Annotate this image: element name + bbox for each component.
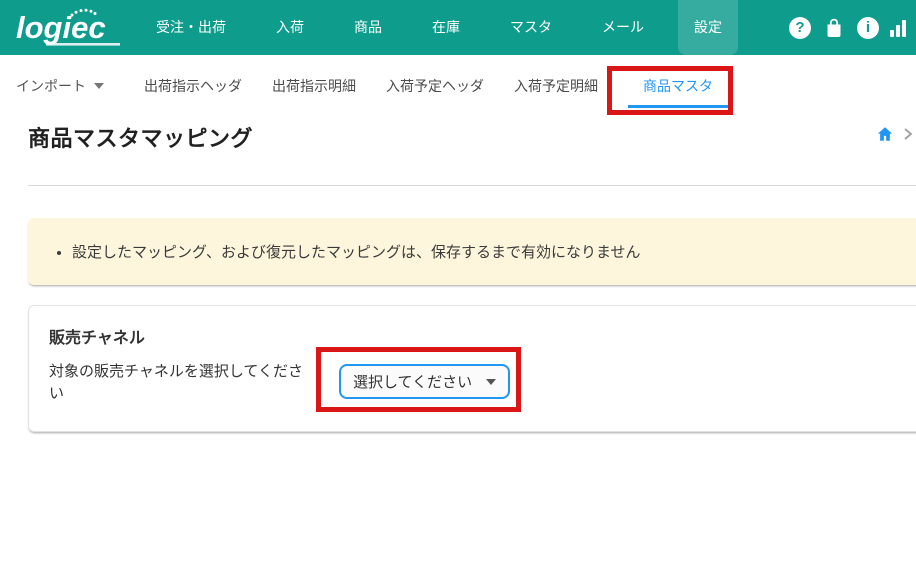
- shopping-bag-icon[interactable]: [822, 16, 846, 40]
- main-nav: 受注・出荷 入荷 商品 在庫 マスタ メール 設定: [140, 0, 738, 55]
- panel-row: 対象の販売チャネルを選択してください 選択してください: [49, 361, 903, 405]
- nav-item-orders-shipping[interactable]: 受注・出荷: [140, 0, 242, 55]
- import-dropdown[interactable]: インポート: [16, 76, 114, 96]
- tab-arrival-schedule-detail[interactable]: 入荷予定明細: [514, 76, 598, 96]
- nav-item-inventory[interactable]: 在庫: [416, 0, 476, 55]
- caret-down-icon: [486, 379, 496, 385]
- signal-bars-icon[interactable]: [890, 19, 910, 37]
- tab-arrival-schedule-header[interactable]: 入荷予定ヘッダ: [386, 76, 484, 96]
- tab-shipping-instruction-header[interactable]: 出荷指示ヘッダ: [144, 76, 242, 96]
- breadcrumb: [876, 125, 914, 143]
- page-title: 商品マスタマッピング: [28, 124, 916, 154]
- nav-item-mail[interactable]: メール: [586, 0, 660, 55]
- app-window: logiec 受注・出荷 入荷 商品 在庫 マスタ メール 設定 ? i: [0, 0, 916, 585]
- notice-banner: 設定したマッピング、および復元したマッピングは、保存するまで有効になりません: [28, 218, 916, 285]
- logo-tagline-bar: [46, 43, 120, 46]
- import-dropdown-label: インポート: [16, 76, 86, 96]
- help-icon[interactable]: ?: [789, 17, 811, 39]
- top-navigation-bar: logiec 受注・出荷 入荷 商品 在庫 マスタ メール 設定 ? i: [0, 0, 916, 55]
- sales-channel-description: 対象の販売チャネルを選択してください: [49, 361, 311, 405]
- nav-item-receiving[interactable]: 入荷: [260, 0, 320, 55]
- logiec-logo[interactable]: logiec: [16, 6, 136, 50]
- chevron-right-icon: [902, 127, 914, 141]
- notice-text: 設定したマッピング、および復元したマッピングは、保存するまで有効になりません: [72, 241, 641, 262]
- section-divider: [28, 185, 916, 186]
- nav-item-master[interactable]: マスタ: [494, 0, 568, 55]
- sub-tab-bar: インポート 出荷指示ヘッダ 出荷指示明細 入荷予定ヘッダ 入荷予定明細 商品マス…: [0, 55, 916, 116]
- chevron-down-icon: [94, 83, 104, 89]
- nav-item-settings[interactable]: 設定: [678, 0, 738, 55]
- sales-channel-select-value: 選択してください: [353, 371, 472, 392]
- sales-channel-select[interactable]: 選択してください: [339, 364, 510, 399]
- home-icon[interactable]: [876, 125, 894, 143]
- nav-item-products[interactable]: 商品: [338, 0, 398, 55]
- tab-shipping-instruction-detail[interactable]: 出荷指示明細: [272, 76, 356, 96]
- sales-channel-panel: 販売チャネル 対象の販売チャネルを選択してください 選択してください: [28, 305, 916, 432]
- header-icons: ? i: [789, 0, 910, 55]
- tab-product-master[interactable]: 商品マスタ: [628, 76, 728, 108]
- info-icon[interactable]: i: [857, 17, 879, 39]
- panel-heading: 販売チャネル: [49, 324, 903, 348]
- logo-text: logiec: [16, 10, 106, 45]
